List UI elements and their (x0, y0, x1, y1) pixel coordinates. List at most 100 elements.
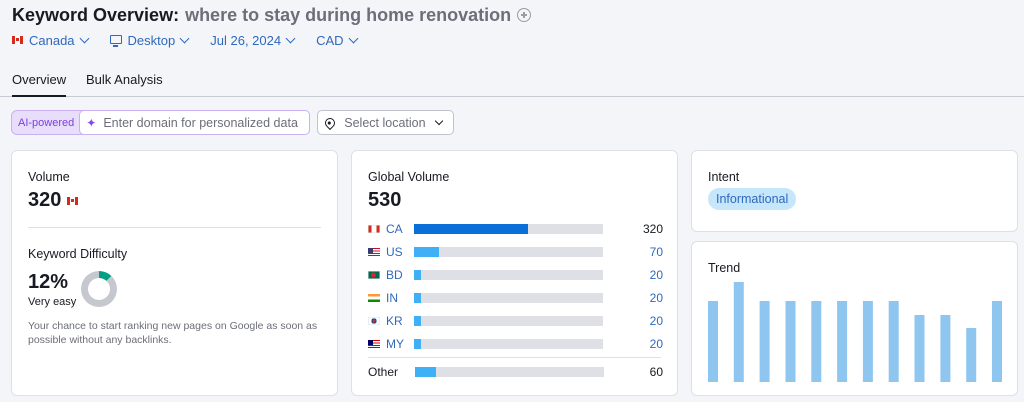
date-label: Jul 26, 2024 (210, 32, 282, 48)
volume-bar-fill (414, 316, 421, 326)
volume-card: Volume 320 Keyword Difficulty 12% Very e… (11, 150, 338, 396)
other-bar-fill (415, 367, 436, 377)
kr-flag-icon (368, 317, 380, 325)
trend-bar[interactable] (914, 315, 925, 382)
trend-bar[interactable] (888, 301, 899, 382)
filter-bar: Canada Desktop Jul 26, 2024 CAD (12, 31, 379, 49)
my-flag-icon (368, 340, 380, 348)
device-label: Desktop (127, 32, 176, 48)
volume-value-row: 320 (28, 189, 79, 212)
volume-bar-track (414, 339, 603, 349)
country-row-ca: CA 320 (368, 221, 663, 237)
date-dropdown[interactable]: Jul 26, 2024 (210, 32, 296, 48)
country-volume[interactable]: 20 (650, 314, 663, 328)
volume-bar-track (414, 247, 603, 257)
country-row-kr: KR 20 (368, 313, 663, 329)
country-volume[interactable]: 20 (650, 337, 663, 351)
divider (368, 357, 661, 358)
trend-bar[interactable] (966, 328, 977, 382)
volume-bar-fill (414, 293, 421, 303)
currency-label: CAD (316, 32, 344, 48)
sparkle-icon: ✦ (86, 115, 97, 130)
add-to-list-icon[interactable] (517, 8, 532, 22)
device-dropdown[interactable]: Desktop (109, 32, 190, 48)
volume-bar-track (414, 316, 603, 326)
volume-bar-fill (414, 270, 421, 280)
chevron-down-icon (285, 33, 296, 43)
canada-flag-icon (12, 36, 23, 44)
location-pin-icon (323, 115, 338, 130)
trend-bar[interactable] (940, 315, 951, 382)
page-title: Keyword Overview: where to stay during h… (12, 4, 532, 26)
other-countries-row: Other 60 (368, 364, 663, 380)
intent-badge: Informational (708, 188, 797, 210)
keyword-text: where to stay during home renovation (185, 4, 512, 25)
country-row-us: US 70 (368, 244, 663, 260)
volume-label: Volume (28, 170, 70, 184)
trend-bar[interactable] (992, 301, 1002, 382)
trend-bar[interactable] (733, 282, 744, 382)
trend-bar[interactable] (759, 301, 770, 382)
tab-overview[interactable]: Overview (12, 72, 67, 97)
domain-input-placeholder: Enter domain for personalized data (103, 115, 298, 130)
other-volume: 60 (649, 365, 663, 379)
trend-label: Trend (708, 261, 741, 275)
global-volume-card: Global Volume 530 CA 320 US 70 BD 20 IN 20 KR 20 M… (351, 150, 678, 396)
global-volume-value: 530 (368, 189, 402, 211)
location-placeholder: Select location (344, 115, 426, 130)
country-code[interactable]: CA (386, 222, 415, 236)
country-label: Canada (29, 32, 75, 48)
ai-domain-group: AI-powered ✦ Enter domain for personaliz… (11, 110, 311, 135)
chevron-down-icon (434, 116, 443, 125)
desktop-icon (109, 34, 122, 47)
country-volume[interactable]: 20 (650, 291, 663, 305)
country-row-my: MY 20 (368, 336, 663, 352)
country-code[interactable]: IN (386, 291, 415, 305)
keyword-difficulty-label: Keyword Difficulty (28, 247, 128, 261)
ca-flag-icon (368, 225, 380, 233)
global-volume-label: Global Volume (368, 170, 450, 184)
country-row-in: IN 20 (368, 290, 663, 306)
country-volume: 320 (642, 222, 663, 236)
country-volume[interactable]: 20 (650, 268, 663, 282)
trend-bar[interactable] (837, 301, 848, 382)
volume-bar-fill (414, 247, 439, 257)
country-code[interactable]: US (386, 245, 415, 259)
trend-bar[interactable] (785, 301, 796, 382)
tab-bulk-analysis[interactable]: Bulk Analysis (86, 72, 163, 87)
location-select[interactable]: Select location (317, 110, 455, 135)
title-text: Keyword Overview: (12, 4, 180, 25)
country-dropdown[interactable]: Canada (12, 32, 89, 48)
keyword-difficulty-description: Your chance to start ranking new pages o… (28, 320, 318, 346)
chevron-down-icon (179, 33, 190, 43)
trend-bar[interactable] (811, 301, 822, 382)
volume-bar-track (414, 293, 603, 303)
country-code[interactable]: KR (386, 314, 415, 328)
intent-label: Intent (708, 170, 740, 184)
chevron-down-icon (348, 33, 358, 43)
keyword-difficulty-level: Very easy (28, 296, 77, 308)
trend-bar[interactable] (862, 301, 873, 382)
other-bar-track (415, 367, 604, 377)
country-volume[interactable]: 70 (650, 245, 663, 259)
ai-toolbar: AI-powered ✦ Enter domain for personaliz… (11, 110, 455, 135)
chevron-down-icon (79, 33, 89, 43)
trend-bar-chart (708, 282, 1002, 382)
keyword-difficulty-value: 12% (28, 271, 69, 293)
bd-flag-icon (368, 271, 380, 279)
country-code[interactable]: MY (386, 337, 415, 351)
canada-flag-icon (67, 196, 79, 205)
domain-input[interactable]: ✦ Enter domain for personalized data (79, 110, 311, 135)
volume-bar-fill (414, 339, 421, 349)
country-code[interactable]: BD (386, 268, 415, 282)
divider (28, 227, 321, 228)
ai-powered-badge: AI-powered (18, 116, 75, 129)
us-flag-icon (368, 248, 380, 256)
intent-card: Intent Informational (691, 150, 1018, 232)
volume-bar-fill (414, 224, 528, 234)
tab-bar: Overview Bulk Analysis (0, 62, 1024, 97)
other-label: Other (368, 365, 399, 379)
currency-dropdown[interactable]: CAD (316, 32, 358, 48)
trend-bar[interactable] (708, 301, 718, 382)
volume-bar-track (414, 270, 603, 280)
